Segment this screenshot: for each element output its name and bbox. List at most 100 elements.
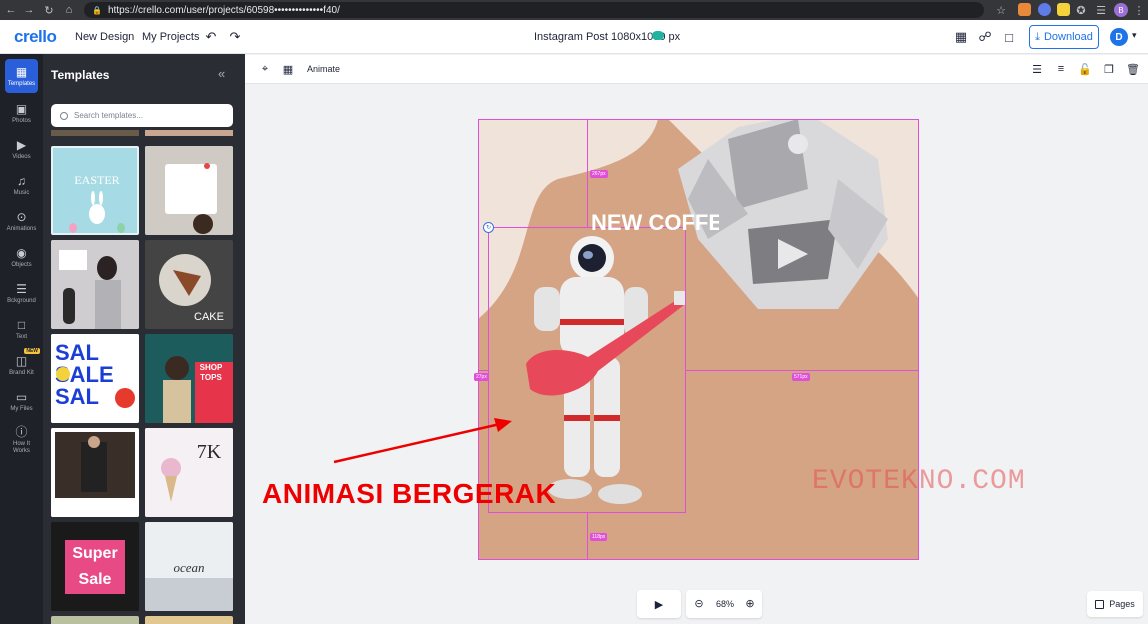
- measure-label: 571px: [792, 373, 810, 381]
- rail-item-label: Music: [13, 189, 30, 196]
- measure-label: 27px: [474, 373, 489, 381]
- browser-menu-icon[interactable]: ⋮: [1130, 0, 1148, 20]
- rotate-handle-icon[interactable]: ↻: [483, 222, 494, 233]
- extension-icon[interactable]: [1018, 3, 1031, 16]
- template-thumbnail[interactable]: CAKE: [145, 240, 233, 329]
- comment-icon[interactable]: ▦: [952, 28, 970, 46]
- lock-icon[interactable]: 🔓: [1078, 62, 1092, 76]
- rail-item-photos[interactable]: ▣ Photos: [0, 96, 43, 130]
- measure-label: 118px: [590, 533, 608, 541]
- redo-icon[interactable]: ↷: [226, 28, 244, 46]
- svg-text:TOPS: TOPS: [200, 373, 222, 382]
- my-projects-link[interactable]: My Projects: [142, 31, 199, 43]
- zoom-in-icon[interactable]: ⊕: [743, 596, 757, 610]
- layers-icon[interactable]: ☰: [1030, 62, 1044, 76]
- coffee-template-art: [145, 146, 233, 235]
- rail-item-label: Animations: [6, 225, 37, 232]
- rail-item-music[interactable]: ♫ Music: [0, 168, 43, 202]
- headline-text[interactable]: NEW COFFE: [591, 210, 719, 240]
- rail-item-my-files[interactable]: ▭ My Files: [0, 384, 43, 418]
- rail-item-how-it-works[interactable]: ⓘ How It Works: [0, 420, 43, 460]
- template-thumbnail[interactable]: [145, 616, 233, 624]
- templates-panel: Templates « Search templates... EASTER C…: [43, 54, 245, 624]
- trash-icon[interactable]: 🗑: [1126, 62, 1140, 76]
- animate-button[interactable]: Animate: [307, 64, 340, 74]
- puzzle-icon[interactable]: ✪: [1072, 0, 1090, 20]
- left-rail: ▦ Templates ▣ Photos ▶ Videos ♫ Music ⊙ …: [0, 54, 43, 624]
- browser-profile-avatar[interactable]: B: [1114, 3, 1128, 17]
- pages-label: Pages: [1109, 599, 1135, 609]
- back-icon[interactable]: ←: [2, 0, 20, 20]
- followers-template-art: 7K: [145, 428, 233, 517]
- forward-icon[interactable]: →: [20, 0, 38, 20]
- pages-button[interactable]: Pages: [1087, 591, 1143, 617]
- star-icon[interactable]: ☆: [992, 0, 1010, 20]
- chevron-down-icon[interactable]: ▾: [1132, 30, 1137, 41]
- template-thumbnail[interactable]: [51, 240, 139, 329]
- selection-box[interactable]: [488, 227, 686, 513]
- address-bar[interactable]: 🔒 https://crello.com/user/projects/60598…: [84, 2, 984, 18]
- align-icon[interactable]: ≡: [1054, 62, 1068, 76]
- user-avatar[interactable]: D: [1110, 28, 1128, 46]
- text-icon: □: [17, 317, 26, 332]
- extension-icon[interactable]: [1038, 3, 1051, 16]
- fashion-template-art: [51, 428, 139, 517]
- template-thumbnail[interactable]: EASTER: [51, 146, 139, 235]
- app-header: crello New Design My Projects ↶ ↷ Instag…: [0, 20, 1148, 54]
- resize-icon[interactable]: □: [1000, 28, 1018, 46]
- rail-item-templates[interactable]: ▦ Templates: [5, 59, 38, 93]
- reload-icon[interactable]: ↻: [40, 0, 58, 20]
- zoom-out-icon[interactable]: ⊝: [692, 596, 706, 610]
- template-thumbnail[interactable]: 7K: [145, 428, 233, 517]
- crop-icon[interactable]: ⌖: [258, 62, 272, 76]
- cloud-saved-icon: [652, 31, 664, 40]
- extension-icon[interactable]: [1057, 3, 1070, 16]
- template-thumbnail[interactable]: Super Sale: [51, 522, 139, 611]
- crello-logo[interactable]: crello: [14, 27, 57, 47]
- search-input[interactable]: Search templates...: [51, 104, 233, 127]
- measure-label: 267px: [590, 170, 608, 178]
- rail-item-brand-kit[interactable]: NEW ◫ Brand Kit: [0, 348, 43, 382]
- new-badge: NEW: [24, 348, 40, 354]
- panel-title: Templates: [51, 68, 110, 82]
- template-thumbnail[interactable]: SAL SALE SAL: [51, 334, 139, 423]
- new-design-link[interactable]: New Design: [75, 31, 134, 43]
- annotation-arrow: [333, 418, 512, 464]
- url-text: https://crello.com/user/projects/60598••…: [107, 4, 340, 16]
- svg-text:CAKE: CAKE: [194, 311, 224, 323]
- collapse-panel-icon[interactable]: «: [218, 66, 225, 81]
- download-label: Download: [1043, 31, 1093, 43]
- undo-icon[interactable]: ↶: [202, 28, 220, 46]
- rail-item-label: Videos: [12, 153, 31, 160]
- home-icon[interactable]: ⌂: [60, 0, 78, 20]
- rail-item-label: How It Works: [12, 440, 30, 454]
- template-thumbnail[interactable]: [51, 616, 139, 624]
- zoom-value[interactable]: 68%: [716, 599, 734, 609]
- play-button[interactable]: ▶: [637, 590, 681, 618]
- editor-toolbar: ⌖ ▦ Animate ☰ ≡ 🔓 ❐ 🗑: [245, 55, 1148, 84]
- transparency-icon[interactable]: ▦: [281, 62, 295, 76]
- rail-item-text[interactable]: □ Text: [0, 312, 43, 346]
- svg-text:SHOP: SHOP: [200, 363, 223, 372]
- template-thumbnail[interactable]: [145, 130, 233, 136]
- rail-item-objects[interactable]: ◉ Objects: [0, 240, 43, 274]
- annotation-text: ANIMASI BERGERAK: [262, 478, 557, 509]
- template-thumbnail[interactable]: [51, 428, 139, 517]
- download-button[interactable]: ⤓ Download: [1029, 25, 1099, 49]
- cake-template-art: CAKE: [145, 240, 233, 329]
- share-icon[interactable]: ☍: [976, 28, 994, 46]
- search-icon: [60, 111, 68, 120]
- ocean-template-art: ocean: [145, 522, 233, 611]
- template-grid: EASTER CAKE SAL SALE SAL SHOP TOPS 7K Su…: [51, 130, 235, 624]
- rail-item-videos[interactable]: ▶ Videos: [0, 132, 43, 166]
- rail-item-animations[interactable]: ⊙ Animations: [0, 204, 43, 238]
- template-thumbnail[interactable]: [51, 130, 139, 136]
- rail-item-label: Objects: [11, 261, 32, 268]
- duplicate-icon[interactable]: ❐: [1102, 62, 1116, 76]
- media-icon[interactable]: ☰: [1092, 0, 1110, 20]
- template-thumbnail[interactable]: ocean: [145, 522, 233, 611]
- rail-item-background[interactable]: ☰ Bckground: [0, 276, 43, 310]
- template-thumbnail[interactable]: [145, 146, 233, 235]
- svg-text:EASTER: EASTER: [74, 173, 119, 187]
- template-thumbnail[interactable]: SHOP TOPS: [145, 334, 233, 423]
